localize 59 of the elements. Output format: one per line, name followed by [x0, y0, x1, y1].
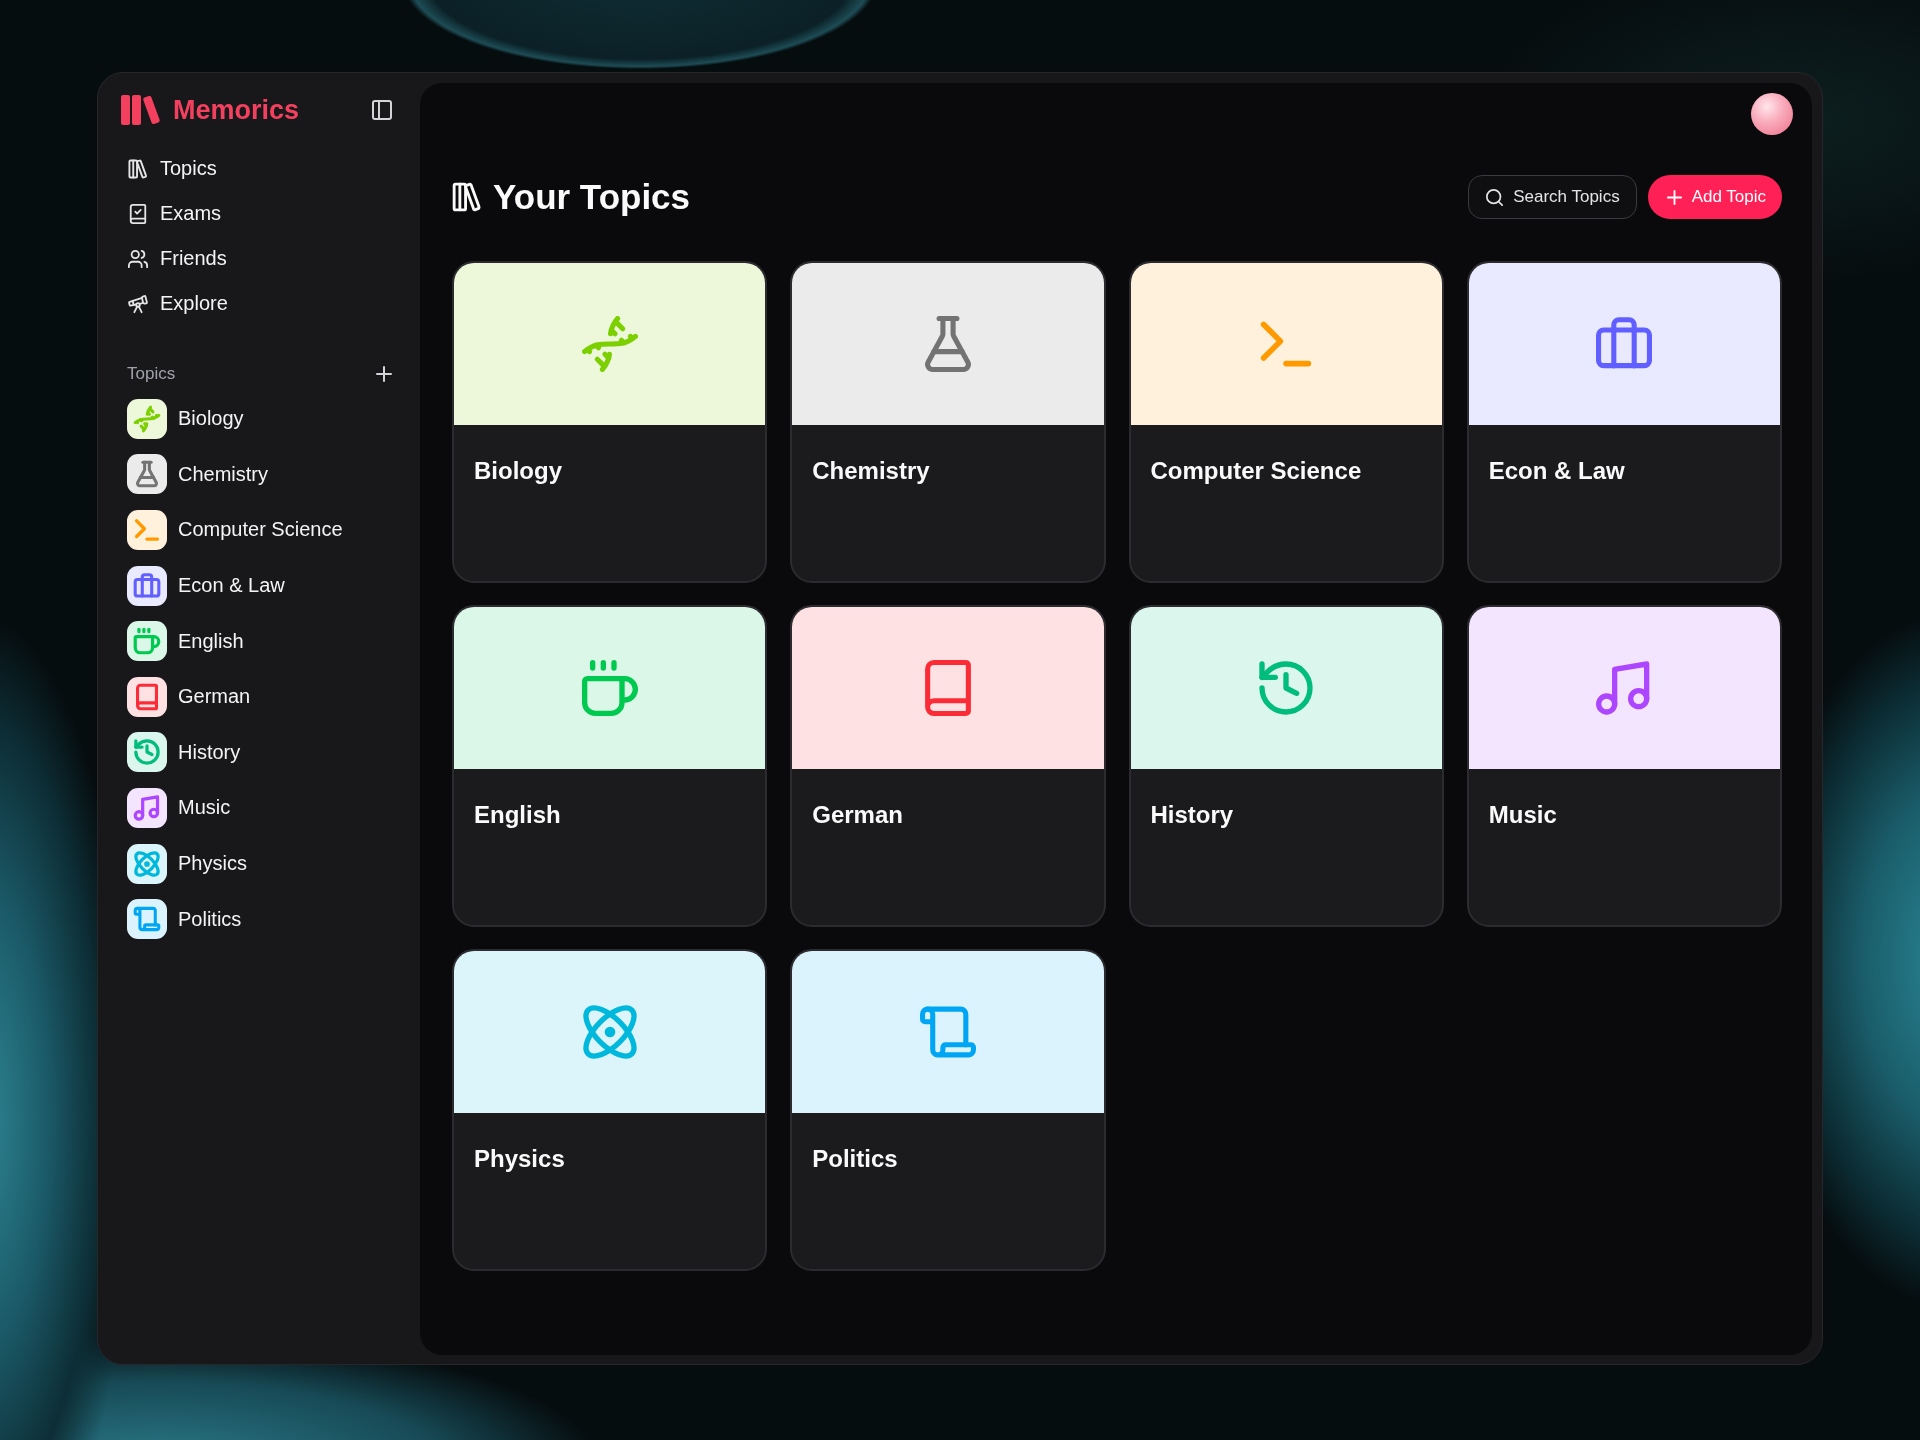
topic-link[interactable]: Computer Science: [121, 502, 396, 558]
topic-link[interactable]: Chemistry: [121, 446, 396, 503]
plus-icon: [376, 366, 392, 382]
topic-card[interactable]: History: [1128, 605, 1444, 927]
topic-card[interactable]: Computer Science: [1128, 261, 1444, 583]
card-title: Computer Science: [1149, 456, 1363, 485]
search-button[interactable]: Search Topics: [1468, 175, 1637, 219]
dna-icon: [127, 398, 167, 439]
nav-link[interactable]: Topics: [121, 146, 396, 191]
topic-link[interactable]: German: [121, 668, 396, 725]
notebook-check-icon: [128, 203, 148, 224]
topic-link[interactable]: Econ & Law: [121, 557, 396, 614]
card-title: Chemistry: [811, 456, 931, 485]
sidebar-panel-icon: [372, 100, 392, 120]
topic-card[interactable]: Physics: [452, 949, 768, 1271]
topic-card[interactable]: English: [452, 605, 768, 927]
coffee-cup-icon: [127, 621, 167, 662]
topic-card[interactable]: Politics: [790, 949, 1106, 1271]
topic-card[interactable]: German: [790, 605, 1106, 927]
topic-link[interactable]: Politics: [121, 891, 396, 947]
books-icon: [452, 182, 482, 212]
topic-link[interactable]: Physics: [121, 835, 396, 892]
music-note-icon: [127, 787, 167, 828]
book-icon: [127, 676, 167, 717]
page-title: Your Topics: [493, 177, 691, 217]
books-logo-icon: [121, 95, 161, 125]
atom-icon: [127, 843, 167, 884]
card-title: Econ & Law: [1487, 456, 1626, 485]
topic-link[interactable]: History: [121, 724, 396, 781]
people-icon: [128, 248, 148, 269]
scroll-icon: [127, 899, 167, 940]
topic-card[interactable]: Chemistry: [790, 261, 1106, 583]
avatar[interactable]: [1751, 93, 1793, 135]
topic-card[interactable]: Music: [1466, 605, 1782, 927]
plus-icon: [1666, 189, 1682, 205]
section-title: Topics: [127, 364, 176, 384]
card-title: Music: [1487, 800, 1558, 829]
topic-link[interactable]: Music: [121, 780, 396, 836]
nav-link[interactable]: Explore: [121, 281, 396, 326]
briefcase-icon: [127, 565, 167, 606]
card-title: History: [1149, 800, 1235, 829]
card-title: English: [473, 800, 562, 829]
card-title: German: [811, 800, 904, 829]
search-icon: [1486, 188, 1504, 206]
books-icon: [128, 158, 148, 179]
telescope-icon: [128, 293, 148, 314]
topic-card[interactable]: Econ & Law: [1466, 261, 1782, 583]
topic-link[interactable]: English: [121, 613, 396, 669]
nav-link[interactable]: Exams: [121, 191, 396, 236]
card-title: Physics: [473, 1144, 566, 1173]
card-title: Politics: [811, 1144, 899, 1173]
app-name: Memorics: [173, 94, 300, 126]
flask-icon: [127, 454, 167, 495]
topic-link[interactable]: Biology: [121, 391, 396, 447]
topic-card[interactable]: Biology: [452, 261, 768, 583]
card-title: Biology: [473, 456, 563, 485]
add-topic-button[interactable]: Add Topic: [1647, 175, 1782, 219]
nav-link[interactable]: Friends: [121, 236, 396, 281]
terminal-prompt-icon: [127, 510, 167, 550]
